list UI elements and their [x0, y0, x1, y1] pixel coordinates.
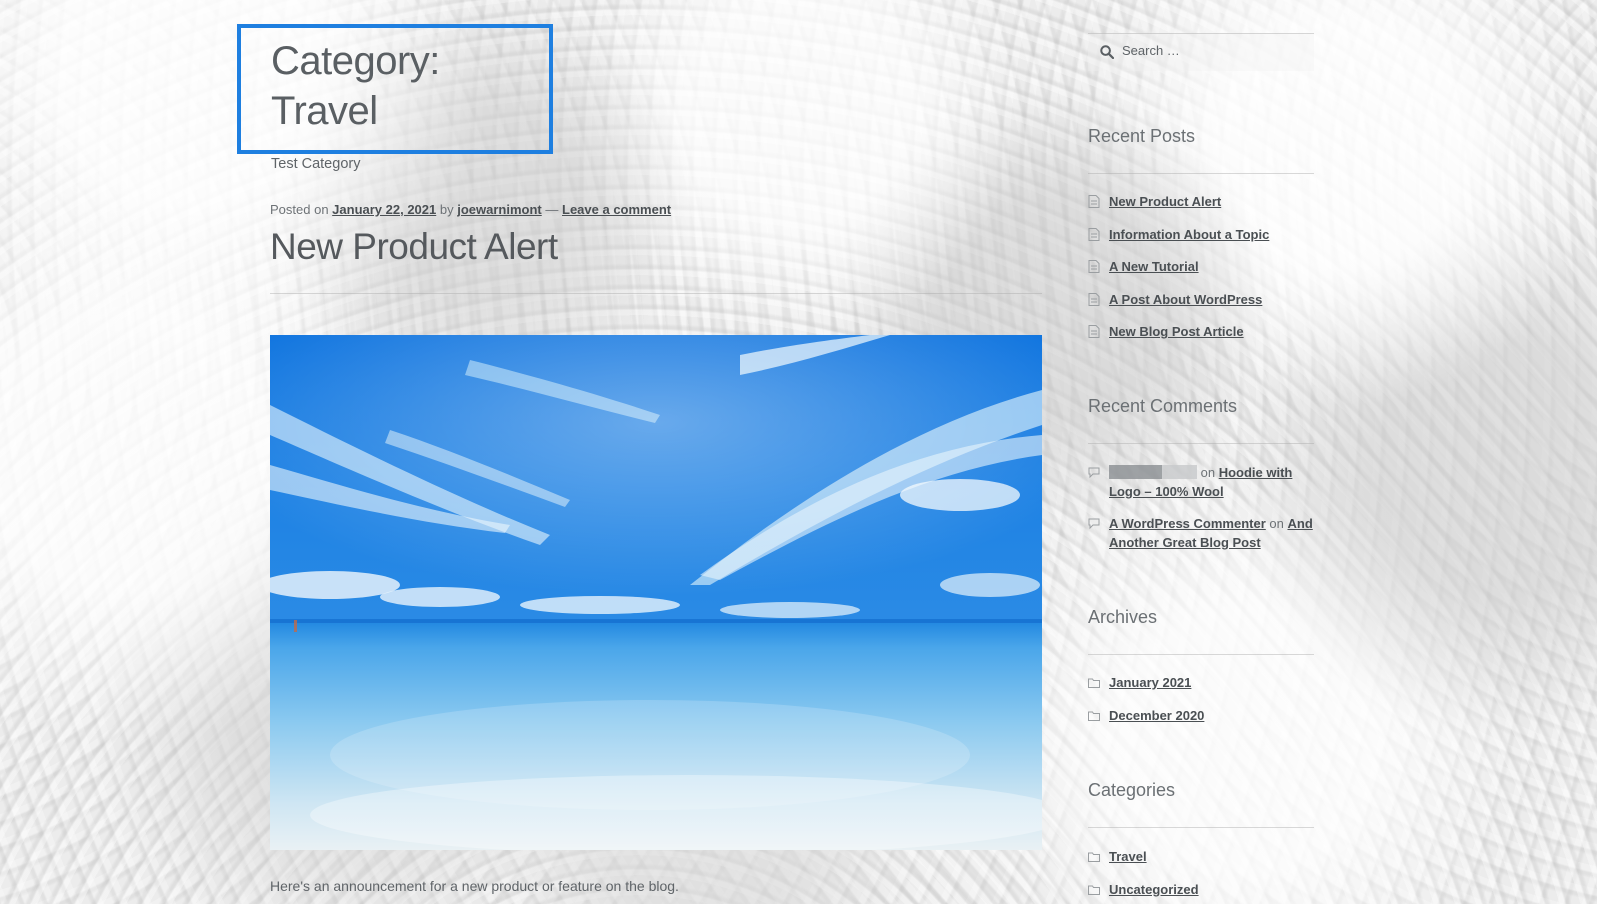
- search-widget: [1088, 33, 1314, 71]
- recent-post-link[interactable]: New Blog Post Article: [1109, 324, 1244, 339]
- recent-posts-title: Recent Posts: [1088, 126, 1196, 146]
- recent-post-link[interactable]: Information About a Topic: [1109, 227, 1269, 242]
- post-excerpt: Here's an announcement for a new product…: [270, 878, 679, 894]
- redacted-author: [1109, 465, 1197, 479]
- categories-list: Travel Uncategorized: [1088, 847, 1314, 899]
- posted-on-label: Posted on: [270, 202, 329, 217]
- recent-posts-list: New Product Alert Information About a To…: [1088, 192, 1314, 341]
- comment-icon: [1088, 518, 1100, 530]
- post-date-link[interactable]: January 22, 2021: [332, 202, 436, 217]
- leave-comment-link[interactable]: Leave a comment: [562, 202, 671, 217]
- category-link[interactable]: Uncategorized: [1109, 882, 1199, 897]
- search-icon: [1100, 45, 1114, 59]
- document-icon: [1088, 260, 1100, 273]
- featured-image[interactable]: [270, 335, 1042, 850]
- post-meta: Posted on January 22, 2021 by joewarnimo…: [270, 202, 671, 217]
- list-item: Travel: [1088, 847, 1314, 866]
- by-label: by: [439, 202, 454, 217]
- recent-comments-title: Recent Comments: [1088, 396, 1238, 416]
- folder-icon: [1088, 885, 1100, 895]
- recent-post-link[interactable]: A New Tutorial: [1109, 259, 1199, 274]
- folder-icon: [1088, 678, 1100, 688]
- document-icon: [1088, 325, 1100, 338]
- on-label: on: [1200, 465, 1216, 480]
- post-title[interactable]: New Product Alert: [270, 226, 558, 268]
- list-item: New Blog Post Article: [1088, 322, 1314, 341]
- archive-link[interactable]: December 2020: [1109, 708, 1204, 723]
- comment-author-link[interactable]: A WordPress Commenter: [1109, 516, 1266, 531]
- list-item: Uncategorized: [1088, 880, 1314, 899]
- recent-comments-list: on Hoodie with Logo – 100% Wool A WordPr…: [1088, 463, 1314, 552]
- categories-rule: [1088, 827, 1314, 828]
- categories-title: Categories: [1088, 780, 1176, 800]
- archives-rule: [1088, 654, 1314, 655]
- recent-post-link[interactable]: A Post About WordPress: [1109, 292, 1262, 307]
- post-author-link[interactable]: joewarnimont: [457, 202, 542, 217]
- beach-sky-image: [270, 335, 1042, 850]
- list-item: January 2021: [1088, 673, 1314, 692]
- list-item: December 2020: [1088, 706, 1314, 725]
- recent-post-link[interactable]: New Product Alert: [1109, 194, 1221, 209]
- archives-list: January 2021 December 2020: [1088, 673, 1314, 725]
- list-item: Information About a Topic: [1088, 225, 1314, 244]
- folder-icon: [1088, 711, 1100, 721]
- meta-dash: —: [545, 202, 559, 217]
- on-label: on: [1269, 516, 1284, 531]
- document-icon: [1088, 292, 1100, 306]
- recent-comments-rule: [1088, 443, 1314, 444]
- archive-header: Category: Travel Test Category: [237, 24, 553, 172]
- recent-posts-rule: [1088, 173, 1314, 174]
- archive-description: Test Category: [271, 156, 361, 172]
- archives-title: Archives: [1088, 607, 1158, 627]
- comment-icon: [1088, 467, 1100, 479]
- category-link[interactable]: Travel: [1109, 849, 1147, 864]
- folder-icon: [1088, 852, 1100, 862]
- list-item: A WordPress Commenter on And Another Gre…: [1088, 514, 1314, 552]
- document-icon: [1088, 227, 1100, 241]
- archive-title: Category: Travel: [271, 39, 440, 133]
- list-item: A Post About WordPress: [1088, 290, 1314, 309]
- list-item: A New Tutorial: [1088, 257, 1314, 276]
- document-icon: [1088, 195, 1100, 208]
- post-divider: [270, 293, 1042, 294]
- list-item: on Hoodie with Logo – 100% Wool: [1088, 463, 1314, 501]
- search-input[interactable]: [1122, 43, 1302, 58]
- archive-link[interactable]: January 2021: [1109, 675, 1191, 690]
- list-item: New Product Alert: [1088, 192, 1314, 211]
